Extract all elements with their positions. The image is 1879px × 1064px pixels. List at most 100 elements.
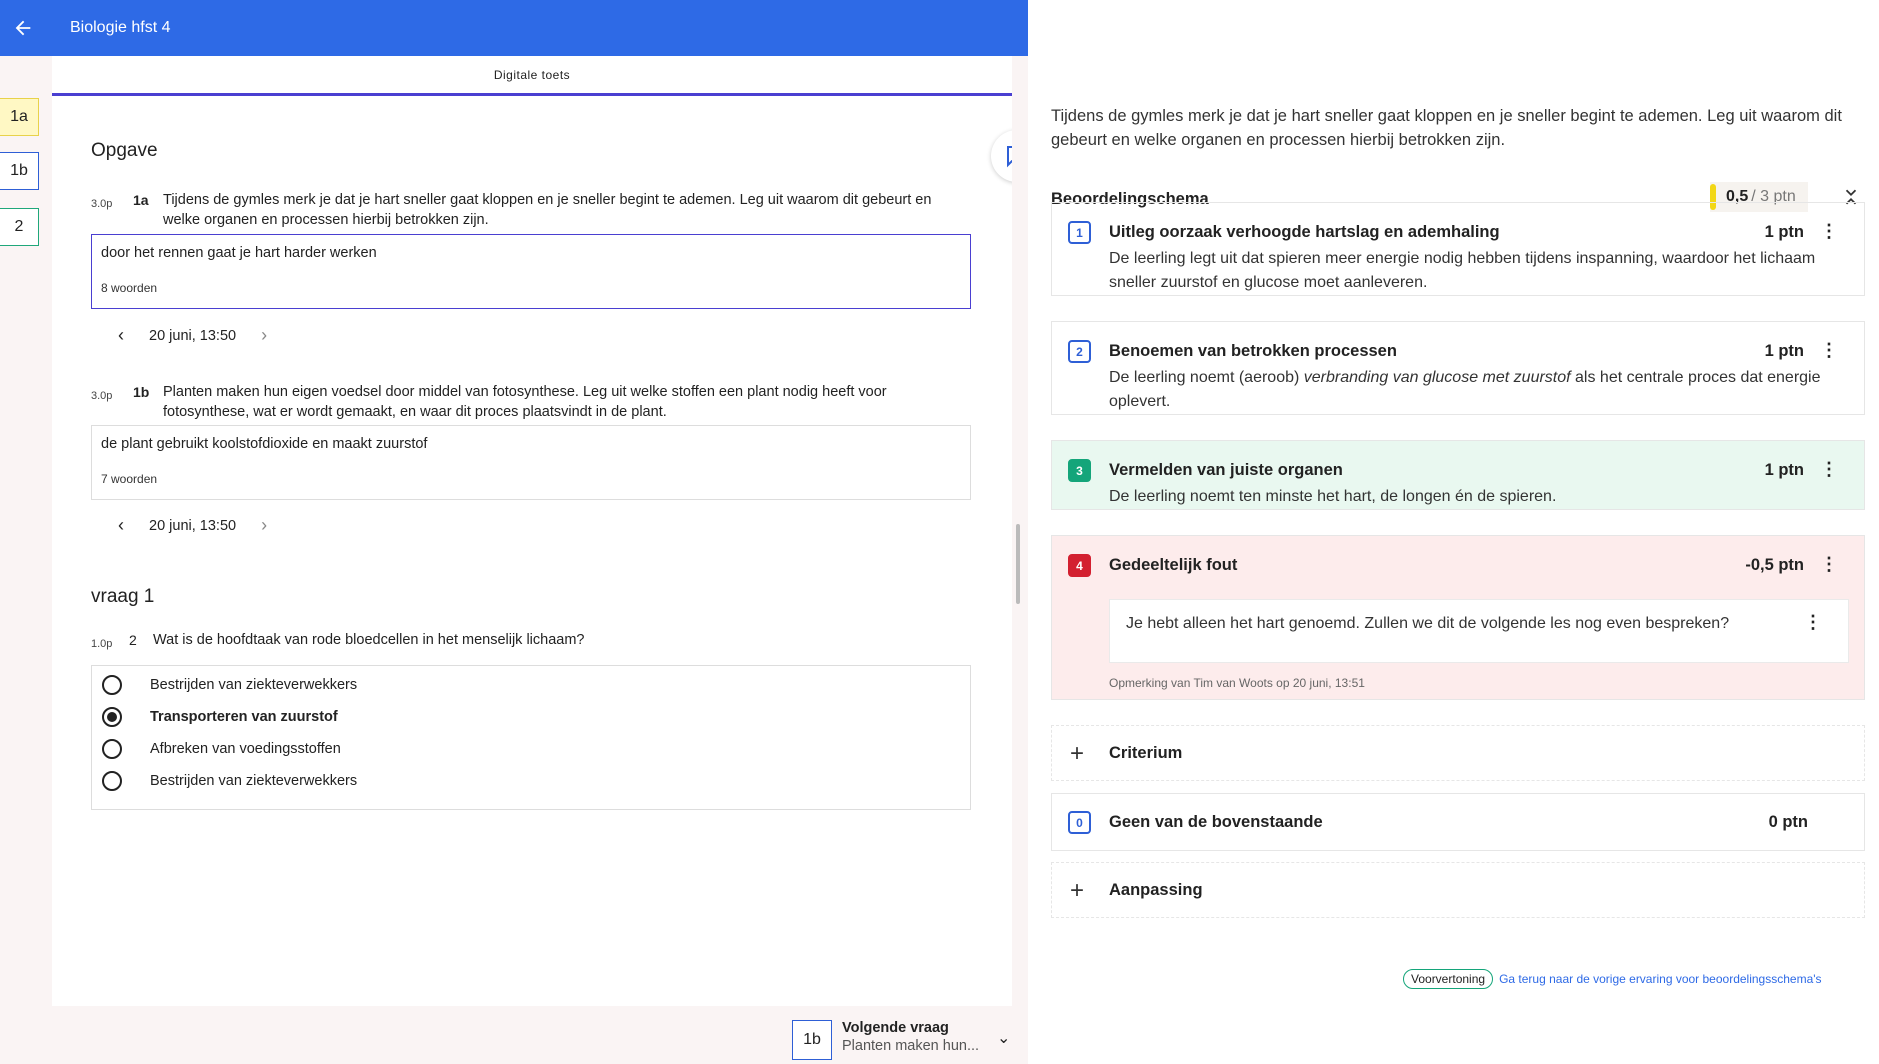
criterion-points: 1 ptn [1764,461,1804,479]
question-points: 3.0p [91,390,113,402]
question-points: 1.0p [91,638,113,650]
option-label: Bestrijden van ziekteverwekkers [150,677,358,693]
question-text: Tijdens de gymles merk je dat je hart sn… [1051,107,1842,149]
radio-button[interactable] [102,771,122,791]
resize-handle[interactable] [1016,524,1020,604]
criterion-description: De leerling noemt (aeroob) verbranding v… [1109,366,1829,414]
question-nav: 1a 1b 2 [0,56,52,1064]
version-date: 20 juni, 13:50 [149,327,237,344]
criterion-points: 1 ptn [1764,223,1804,241]
criterion-4[interactable]: 4 Gedeeltelijk fout -0,5 ptn ⋮ Je hebt a… [1051,535,1865,700]
criterion-none[interactable]: 0 Geen van de bovenstaande 0 ptn [1051,793,1865,851]
page-title: Biologie hfst 4 [70,19,171,36]
chevron-left-icon[interactable]: ‹ [109,325,133,346]
option-1[interactable]: Bestrijden van ziekteverwekkers [102,675,357,695]
criterion-number: 2 [1068,340,1091,363]
criterion-number: 1 [1068,221,1091,244]
chevron-down-icon[interactable]: ⌄ [997,1028,1010,1048]
option-4[interactable]: Bestrijden van ziekteverwekkers [102,771,357,791]
plus-icon: + [1070,877,1085,904]
more-options-icon[interactable]: ⋮ [1820,459,1838,479]
question-text: Tijdens de gymles merk je dat je hart sn… [163,192,932,228]
criterion-title: Vermelden van juiste organen [1109,461,1343,479]
next-question-title: Volgende vraag [842,1020,949,1036]
option-3[interactable]: Afbreken van voedingsstoffen [102,739,341,759]
nav-question-1a[interactable]: 1a [0,98,39,136]
nav-question-2[interactable]: 2 [0,208,39,246]
section-title-opgave: Opgave [91,140,158,161]
arrow-left-icon [15,20,31,36]
multiple-choice-options: Bestrijden van ziekteverwekkers Transpor… [91,665,971,810]
criterion-description: De leerling legt uit dat spieren meer en… [1109,250,1816,291]
topbar-actions: #4069316 [1028,0,1879,56]
test-id: #4069316 [1058,17,1139,38]
more-options-icon[interactable]: ⋮ [1820,340,1838,360]
word-count: 7 woorden [101,472,158,486]
option-2[interactable]: Transporteren van zuurstof [102,707,338,727]
criterion-1[interactable]: 1 Uitleg oorzaak verhoogde hartslag en a… [1051,202,1865,296]
next-question-subtitle: Planten maken hun... [842,1038,980,1054]
question-number: 1a [133,192,149,208]
nav-question-1b[interactable]: 1b [0,152,39,190]
version-nav-1a: ‹ 20 juni, 13:50 › [109,325,276,346]
preview-pill: Voorvertoning [1403,969,1494,989]
criterion-points: 1 ptn [1764,342,1804,360]
plus-icon: + [1070,740,1085,767]
shield-check-icon [1030,17,1048,39]
option-label: Transporteren van zuurstof [150,709,338,725]
chevron-right-icon[interactable]: › [252,325,276,346]
next-question-button[interactable]: 1b Volgende vraag Planten maken hun... ⌄ [792,1020,1010,1060]
criterion-3[interactable]: 3 Vermelden van juiste organen 1 ptn ⋮ D… [1051,440,1865,510]
more-options-icon[interactable]: ⋮ [1820,221,1838,241]
panel-divider [1012,56,1028,1064]
criterion-number: 4 [1068,554,1091,577]
answer-text: door het rennen gaat je hart harder werk… [101,245,377,261]
radio-button[interactable] [102,675,122,695]
account-button[interactable] [1214,0,1262,56]
criterion-2[interactable]: 2 Benoemen van betrokken processen 1 ptn… [1051,321,1865,415]
question-number: 2 [129,632,137,648]
tab-digitale-toets[interactable]: Digitale toets [52,56,1012,96]
desc-part: De leerling noemt (aeroob) [1109,369,1304,386]
criterion-points: 0 ptn [1768,813,1808,831]
criterion-description: De leerling noemt ten minste het hart, d… [1109,488,1557,505]
comment-text: Je hebt alleen het hart genoemd. Zullen … [1126,615,1730,632]
gear-icon [1263,18,1283,38]
question-1b: 3.0p 1b Planten maken hun eigen voedsel … [91,382,971,422]
search-button[interactable] [1166,0,1214,56]
add-adjustment-button[interactable]: + Aanpassing [1051,862,1865,918]
criterion-title: Geen van de bovenstaande [1109,813,1323,831]
add-criterium-label: Criterium [1109,744,1183,762]
more-options-icon[interactable]: ⋮ [1804,612,1822,632]
comment-meta: Opmerking van Tim van Woots op 20 juni, … [1109,676,1365,690]
next-question-number: 1b [792,1020,832,1060]
criterion-points: -0,5 ptn [1745,556,1804,574]
chevron-left-icon[interactable]: ‹ [109,515,133,536]
question-text: Wat is de hoofdtaak van rode bloedcellen… [153,632,585,648]
back-button[interactable] [0,5,46,51]
answer-text: de plant gebruikt koolstofdioxide en maa… [101,436,428,452]
option-label: Afbreken van voedingsstoffen [150,741,341,757]
option-label: Bestrijden van ziekteverwekkers [150,773,358,789]
answer-box-1b[interactable]: de plant gebruikt koolstofdioxide en maa… [91,425,971,500]
previous-experience-link[interactable]: Ga terug naar de vorige ervaring voor be… [1499,972,1821,986]
section-title-vraag: vraag 1 [91,586,155,607]
criterion-title: Uitleg oorzaak verhoogde hartslag en ade… [1109,223,1500,241]
criterion-number: 3 [1068,459,1091,482]
word-count: 8 woorden [101,281,158,295]
radio-button[interactable] [102,707,122,727]
preview-notice: Voorvertoning Ga terug naar de vorige er… [1403,969,1822,989]
chevron-right-icon[interactable]: › [252,515,276,536]
question-points: 3.0p [91,198,113,210]
add-criterium-button[interactable]: + Criterium [1051,725,1865,781]
criterion-number: 0 [1068,811,1091,834]
comment-box[interactable]: Je hebt alleen het hart genoemd. Zullen … [1109,599,1849,663]
more-options-icon[interactable]: ⋮ [1820,554,1838,574]
settings-button[interactable] [1262,0,1292,56]
question-2: 1.0p 2 Wat is de hoofdtaak van rode bloe… [91,630,971,654]
question-panel: Digitale toets Opgave 3.0p 1a Tijdens de… [52,56,1012,1006]
radio-button[interactable] [102,739,122,759]
question-number: 1b [133,384,150,400]
answer-box-1a[interactable]: door het rennen gaat je hart harder werk… [91,234,971,309]
search-icon [1181,19,1199,37]
